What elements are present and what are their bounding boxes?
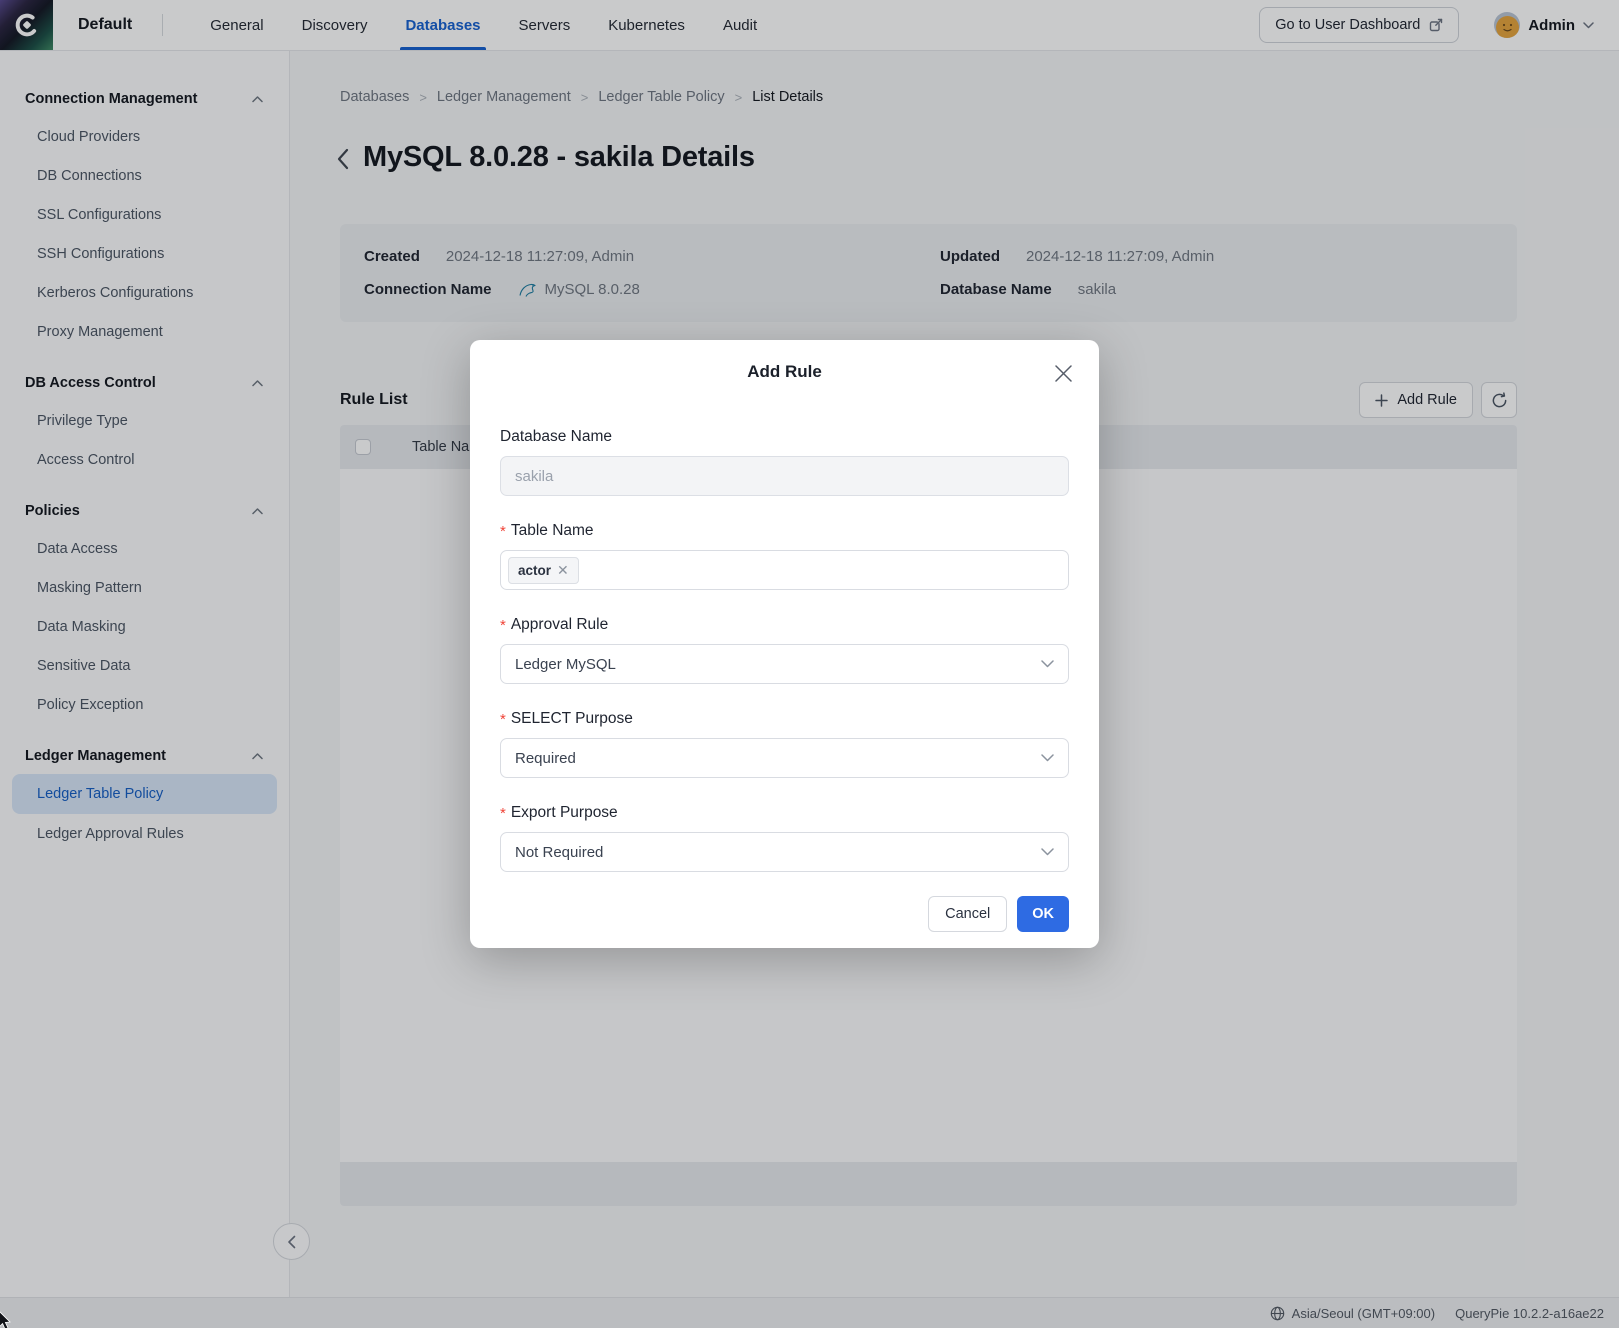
required-asterisk: * <box>500 805 506 822</box>
modal-title: Add Rule <box>500 362 1069 388</box>
table-name-tag: actor ✕ <box>508 557 579 584</box>
add-rule-modal: Add Rule Database Name sakila * Table Na… <box>470 340 1099 948</box>
modal-close-button[interactable] <box>1054 364 1073 383</box>
field-select-purpose: * SELECT Purpose Required <box>500 708 1069 778</box>
export-purpose-value: Not Required <box>515 844 603 861</box>
field-database-name: Database Name sakila <box>500 426 1069 496</box>
field-approval-rule: * Approval Rule Ledger MySQL <box>500 614 1069 684</box>
approval-rule-value: Ledger MySQL <box>515 656 616 673</box>
table-name-input[interactable]: actor ✕ <box>500 550 1069 590</box>
chevron-down-icon <box>1041 754 1054 762</box>
select-purpose-select[interactable]: Required <box>500 738 1069 778</box>
field-table-name: * Table Name actor ✕ <box>500 520 1069 590</box>
export-purpose-field-label: Export Purpose <box>511 804 618 822</box>
export-purpose-select[interactable]: Not Required <box>500 832 1069 872</box>
database-name-field-label: Database Name <box>500 428 612 446</box>
required-asterisk: * <box>500 711 506 728</box>
required-asterisk: * <box>500 523 506 540</box>
database-name-input: sakila <box>500 456 1069 496</box>
approval-rule-select[interactable]: Ledger MySQL <box>500 644 1069 684</box>
chevron-down-icon <box>1041 660 1054 668</box>
close-icon <box>1054 364 1073 383</box>
field-export-purpose: * Export Purpose Not Required <box>500 802 1069 872</box>
table-name-field-label: Table Name <box>511 522 594 540</box>
ok-button[interactable]: OK <box>1017 896 1069 932</box>
required-asterisk: * <box>500 617 506 634</box>
cancel-button[interactable]: Cancel <box>928 896 1007 932</box>
select-purpose-field-label: SELECT Purpose <box>511 710 633 728</box>
tag-label: actor <box>518 563 551 578</box>
select-purpose-value: Required <box>515 750 576 767</box>
mouse-cursor <box>0 1311 14 1328</box>
tag-remove-icon[interactable]: ✕ <box>557 563 569 577</box>
approval-rule-field-label: Approval Rule <box>511 616 608 634</box>
chevron-down-icon <box>1041 848 1054 856</box>
